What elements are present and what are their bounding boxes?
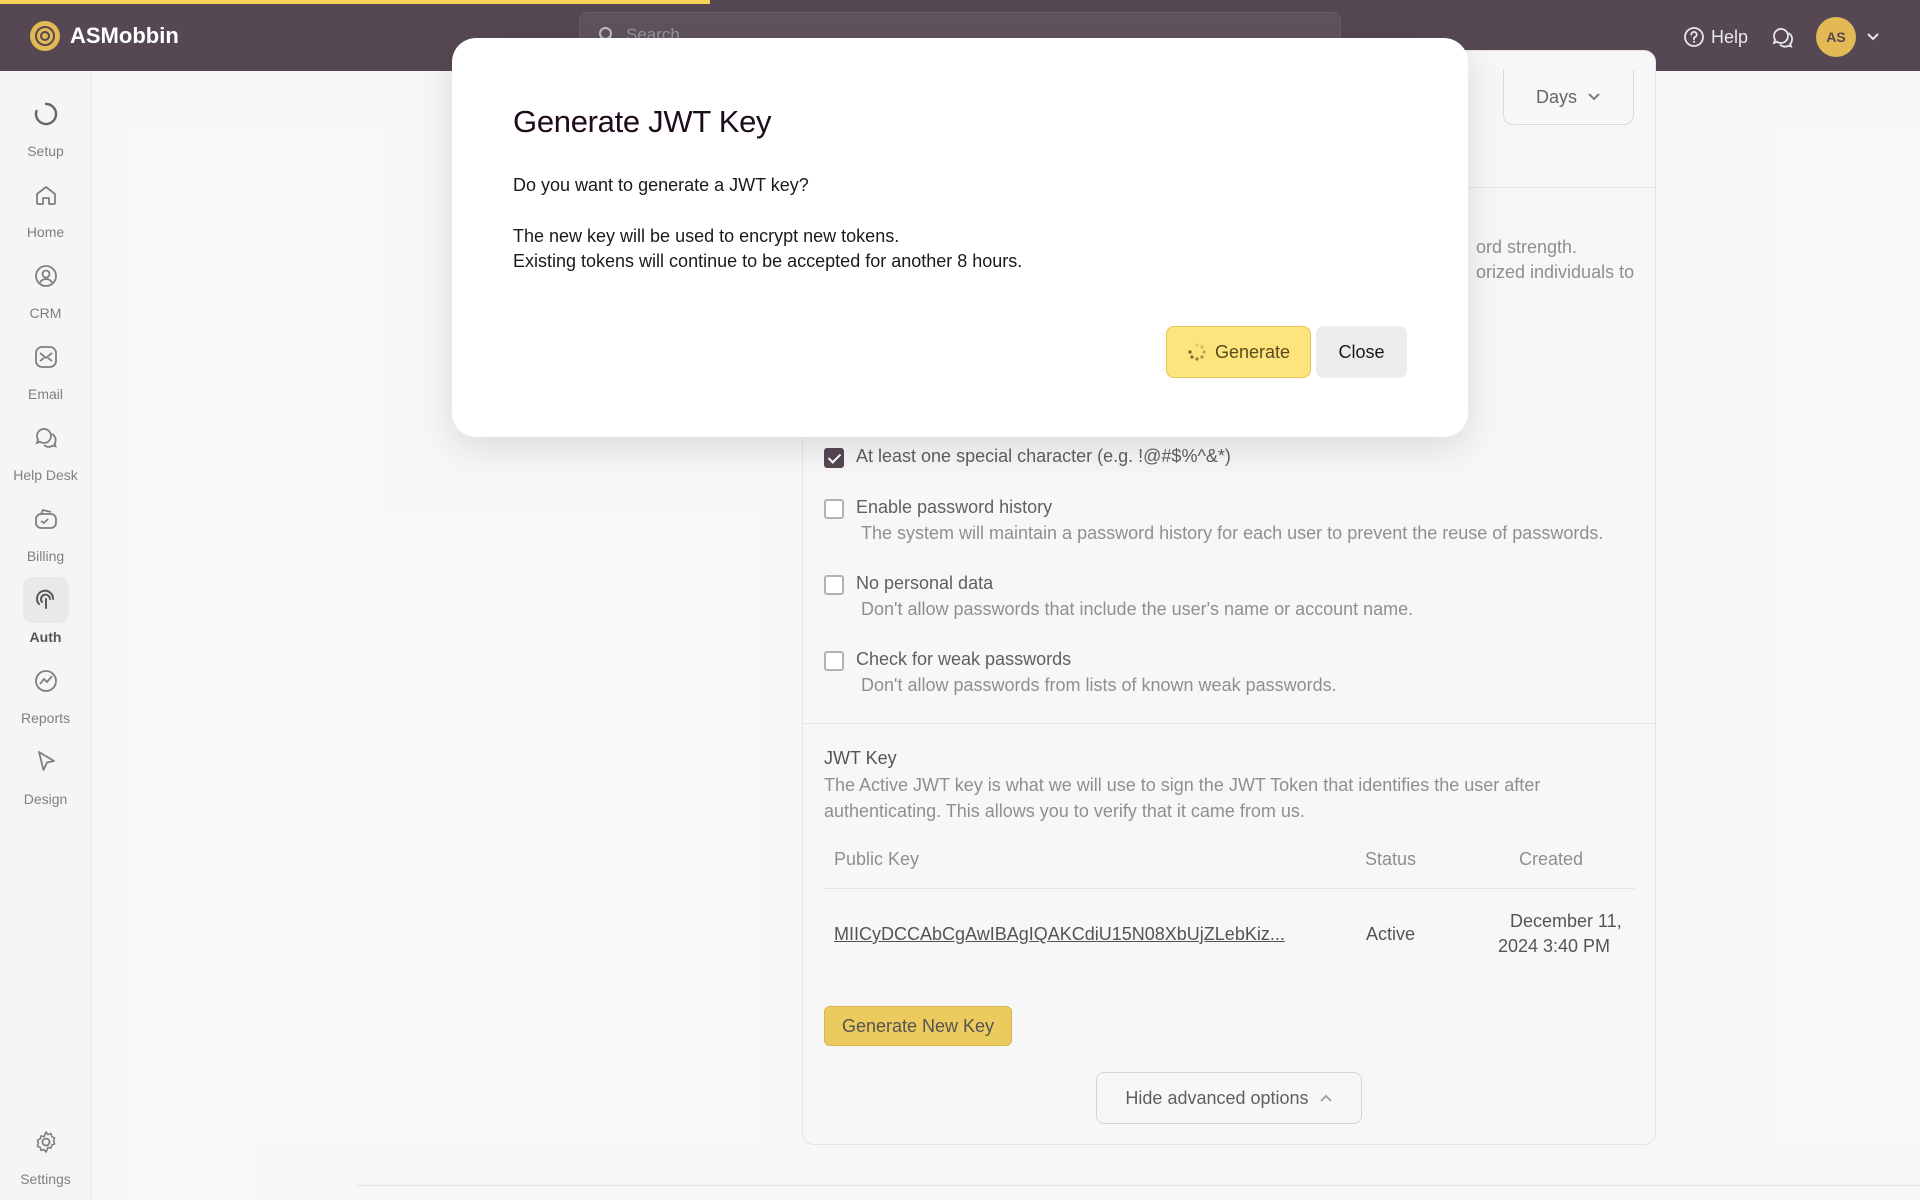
dialog-title: Generate JWT Key — [513, 104, 772, 139]
generate-label: Generate — [1214, 341, 1291, 362]
generate-jwt-key-dialog: Generate JWT Key Do you want to generate… — [452, 38, 1468, 437]
close-button[interactable]: Close — [1316, 326, 1407, 378]
spinner-icon — [1188, 343, 1206, 361]
generate-button[interactable]: Generate — [1166, 326, 1311, 378]
dialog-question: Do you want to generate a JWT key? — [513, 175, 809, 195]
dialog-text-line2: Existing tokens will continue to be acce… — [513, 251, 1023, 271]
dialog-text-line1: The new key will be used to encrypt new … — [513, 226, 900, 246]
